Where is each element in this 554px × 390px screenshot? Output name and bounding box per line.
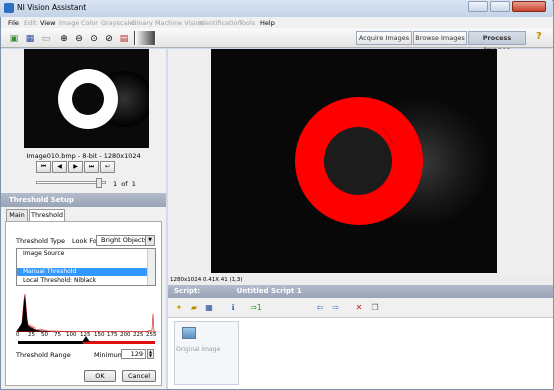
page-total: 1 bbox=[131, 180, 136, 188]
window-title: NI Vision Assistant bbox=[17, 3, 87, 12]
tick-label: 25 bbox=[28, 332, 35, 338]
zoom-in-icon[interactable]: ⊕ bbox=[57, 31, 71, 45]
list-item[interactable]: Image Source bbox=[17, 250, 147, 258]
status-bar: 1280x1024 0.41X 41 (1,3) bbox=[168, 275, 553, 285]
delete-step-icon[interactable]: ✕ bbox=[353, 302, 365, 314]
restore-button[interactable] bbox=[490, 1, 510, 12]
list-item-selected[interactable]: Manual Threshold bbox=[17, 268, 147, 276]
prev-image-button[interactable]: ◀ bbox=[52, 161, 67, 173]
script-label: Script: bbox=[174, 287, 201, 295]
menu-file[interactable]: File bbox=[8, 19, 19, 27]
page-current: 1 bbox=[113, 180, 118, 188]
run-once-icon[interactable]: ⇒1 bbox=[247, 302, 265, 314]
slider-handle[interactable] bbox=[96, 178, 102, 188]
menu-identification[interactable]: Identification bbox=[199, 19, 242, 27]
menu-image[interactable]: Image bbox=[59, 19, 79, 27]
threshold-type-label: Threshold Type bbox=[16, 237, 66, 245]
zoom-actual-icon[interactable]: ⊘ bbox=[102, 31, 116, 45]
menu-tools[interactable]: Tools bbox=[239, 19, 255, 27]
tab-main[interactable]: Main bbox=[6, 209, 28, 221]
zoom-out-icon[interactable]: ⊖ bbox=[72, 31, 86, 45]
menu-color[interactable]: Color bbox=[81, 19, 98, 27]
tab-browse-images[interactable]: Browse Images bbox=[413, 31, 467, 45]
close-button[interactable] bbox=[512, 1, 546, 12]
next-image-button[interactable]: ▶ bbox=[68, 161, 83, 173]
menu-help[interactable]: Help bbox=[260, 19, 275, 27]
print-icon[interactable]: ▭ bbox=[39, 31, 53, 45]
tick-label: 100 bbox=[66, 332, 77, 338]
app-icon bbox=[4, 3, 14, 13]
threshold-range-label: Threshold Range bbox=[16, 351, 71, 359]
step-label: Original Image bbox=[176, 346, 221, 353]
range-marker-icon[interactable] bbox=[82, 336, 90, 342]
tick-label: 225 bbox=[133, 332, 144, 338]
palette-icon[interactable]: ▤ bbox=[117, 31, 131, 45]
menu-grayscale[interactable]: Grayscale bbox=[101, 19, 133, 27]
list-scrollbar[interactable] bbox=[147, 249, 155, 285]
new-script-icon[interactable]: ✦ bbox=[173, 302, 185, 314]
first-image-button[interactable]: ⏮ bbox=[36, 161, 51, 173]
copy-step-icon[interactable]: ❐ bbox=[369, 302, 381, 314]
tick-label: 200 bbox=[120, 332, 131, 338]
page-of: of bbox=[121, 180, 128, 188]
chevron-down-icon[interactable]: ▼ bbox=[145, 236, 154, 245]
menu-binary[interactable]: Binary bbox=[132, 19, 153, 27]
below-threshold-bar bbox=[18, 341, 83, 344]
tick-label: 150 bbox=[94, 332, 105, 338]
info-icon[interactable]: ℹ bbox=[227, 302, 239, 314]
minimum-spinner[interactable]: ▲ ▼ bbox=[147, 349, 154, 359]
list-item[interactable]: Local Threshold: Niblack bbox=[17, 277, 147, 285]
minimize-button[interactable] bbox=[468, 1, 488, 12]
threshold-setup-header: Threshold Setup bbox=[1, 193, 166, 207]
last-image-button[interactable]: ⏭ bbox=[84, 161, 99, 173]
open-script-icon[interactable]: ▰ bbox=[188, 302, 200, 314]
tick-label: 0 bbox=[16, 332, 20, 338]
save-icon[interactable]: ▦ bbox=[23, 31, 37, 45]
processed-image[interactable] bbox=[211, 49, 497, 273]
page-indicator: 1 of 1 bbox=[113, 180, 136, 188]
cancel-button[interactable]: Cancel bbox=[122, 370, 156, 382]
loop-button[interactable]: ↩ bbox=[100, 161, 115, 173]
tab-threshold[interactable]: Threshold bbox=[29, 209, 65, 221]
script-header: Script: Untitled Script 1 bbox=[168, 285, 553, 298]
minimum-label: Minimum bbox=[94, 351, 125, 359]
tick-label: 175 bbox=[107, 332, 118, 338]
thumbnail-image[interactable] bbox=[24, 49, 149, 148]
ok-button[interactable]: OK bbox=[84, 370, 116, 382]
menu-edit[interactable]: Edit bbox=[24, 19, 37, 27]
script-name: Untitled Script 1 bbox=[236, 287, 302, 295]
histogram bbox=[16, 293, 156, 332]
move-left-icon[interactable]: ⇦ bbox=[314, 302, 326, 314]
tick-label: 75 bbox=[54, 332, 61, 338]
tab-acquire-images[interactable]: Acquire Images bbox=[356, 31, 412, 45]
zoom-fit-icon[interactable]: ⊙ bbox=[87, 31, 101, 45]
image-icon bbox=[182, 327, 196, 339]
save-script-icon[interactable]: ▦ bbox=[203, 302, 215, 314]
menu-view[interactable]: View bbox=[40, 19, 55, 27]
menu-machine-vision[interactable]: Machine Vision bbox=[155, 19, 204, 27]
move-right-icon[interactable]: ⇨ bbox=[330, 302, 342, 314]
help-icon[interactable]: ? bbox=[536, 31, 548, 45]
tick-label: 255 bbox=[146, 332, 157, 338]
tab-process-images[interactable]: Process Images bbox=[468, 31, 526, 54]
minimum-input[interactable]: 129 bbox=[121, 349, 146, 359]
image-info: Image010.bmp - 8-bit - 1280x1024 bbox=[26, 152, 141, 160]
list-item[interactable] bbox=[17, 259, 147, 267]
gradient-palette-icon[interactable] bbox=[134, 31, 156, 45]
acquire-icon[interactable]: ▣ bbox=[7, 31, 21, 45]
tick-label: 50 bbox=[41, 332, 48, 338]
